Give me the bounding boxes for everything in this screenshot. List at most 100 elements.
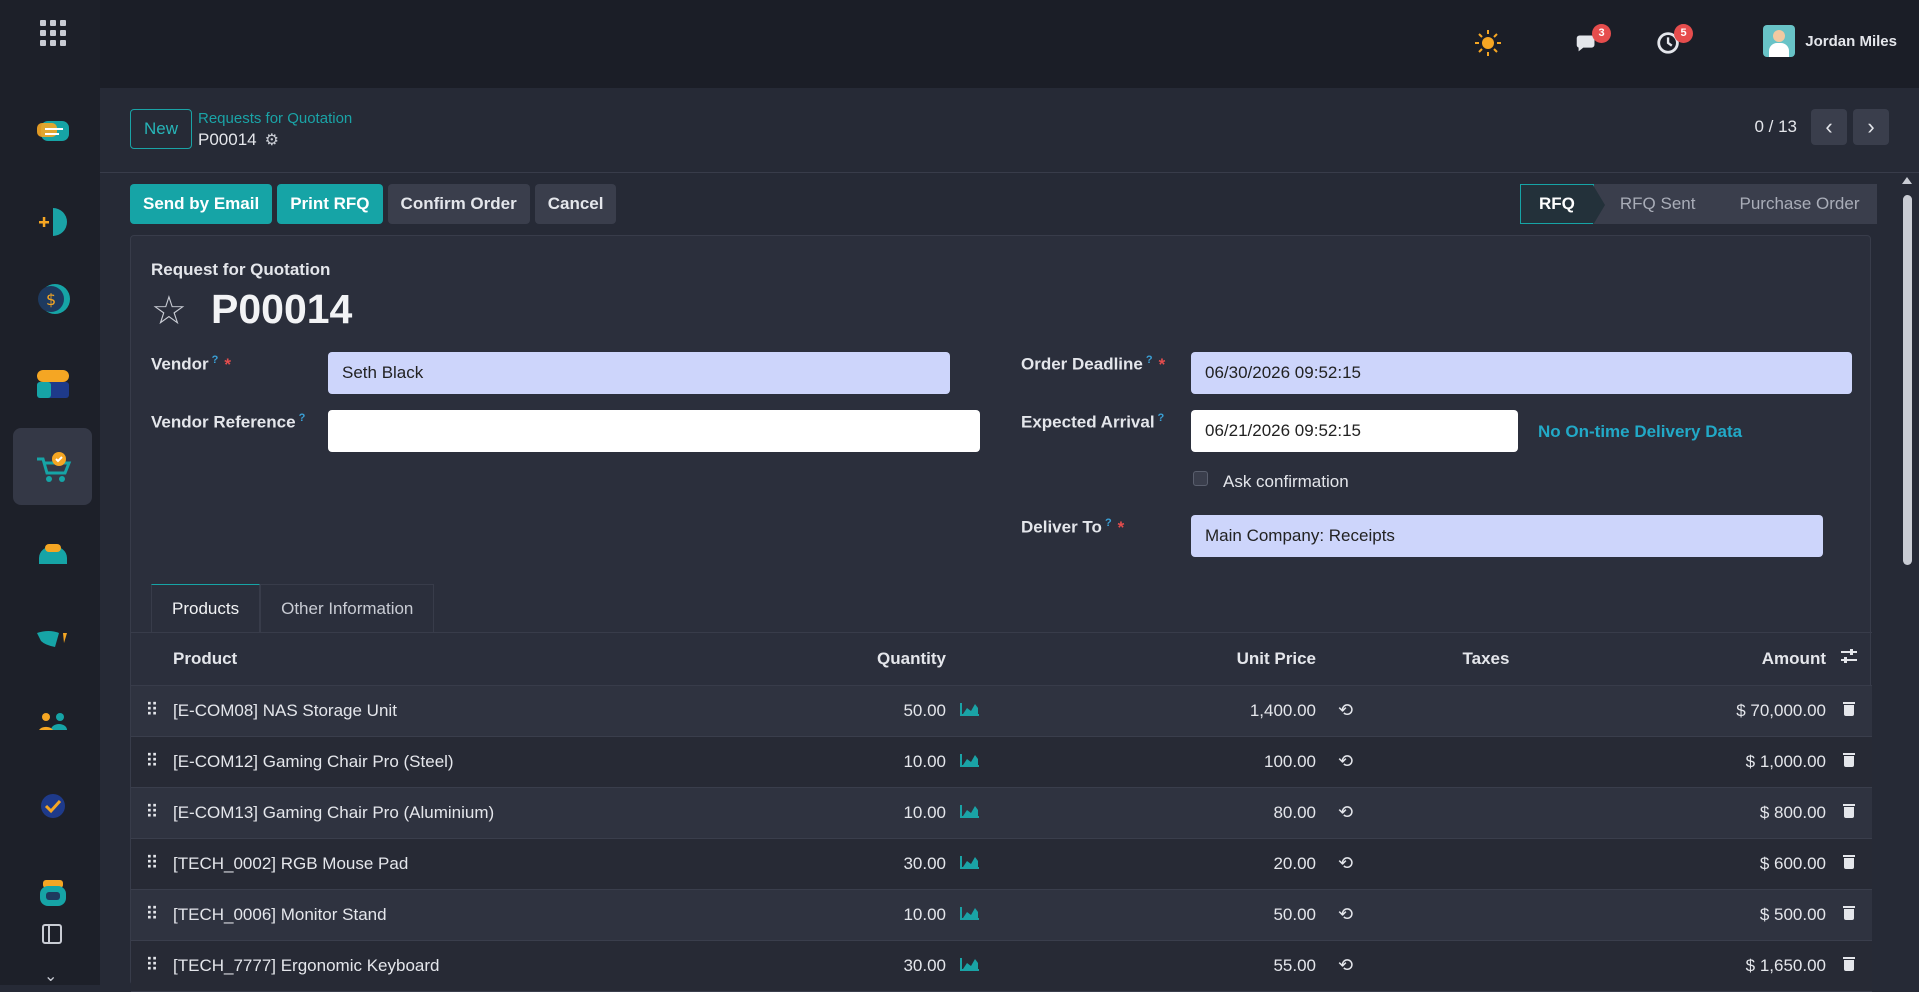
stage-rfq-sent[interactable]: RFQ Sent bbox=[1593, 184, 1726, 224]
stage-rfq[interactable]: RFQ bbox=[1520, 184, 1605, 225]
column-amount[interactable]: Amount bbox=[1596, 633, 1826, 686]
drag-handle-icon[interactable]: ⠿ bbox=[131, 685, 173, 737]
pager-value[interactable]: 0 / 13 bbox=[1754, 117, 1797, 137]
employees-app-icon[interactable] bbox=[13, 683, 92, 760]
taxes-cell[interactable] bbox=[1376, 736, 1596, 788]
area-chart-icon[interactable] bbox=[946, 838, 1006, 890]
drag-handle-icon[interactable]: ⠿ bbox=[131, 889, 173, 941]
unit-price-cell[interactable]: 55.00 bbox=[1006, 940, 1316, 992]
scroll-up-arrow[interactable] bbox=[1902, 177, 1912, 184]
confirm-order-button[interactable]: Confirm Order bbox=[387, 184, 530, 224]
sidebar-toggle-icon[interactable] bbox=[42, 924, 62, 944]
column-quantity[interactable]: Quantity bbox=[786, 633, 946, 686]
scrollbar-thumb[interactable] bbox=[1903, 195, 1912, 565]
print-rfq-button[interactable]: Print RFQ bbox=[277, 184, 383, 224]
product-cell[interactable]: [TECH_7777] Ergonomic Keyboard bbox=[173, 940, 786, 992]
unit-price-cell[interactable]: 80.00 bbox=[1006, 787, 1316, 839]
pager-next-button[interactable]: › bbox=[1853, 109, 1889, 145]
quantity-cell[interactable]: 10.00 bbox=[786, 736, 946, 788]
taxes-cell[interactable] bbox=[1376, 940, 1596, 992]
table-row[interactable]: ⠿ [E-COM12] Gaming Chair Pro (Steel) 10.00… bbox=[131, 736, 1872, 788]
tab-products[interactable]: Products bbox=[151, 584, 261, 632]
product-cell[interactable]: [E-COM13] Gaming Chair Pro (Aluminium) bbox=[173, 787, 786, 839]
user-menu[interactable]: Jordan Miles bbox=[1763, 25, 1897, 57]
trash-icon[interactable] bbox=[1826, 736, 1872, 788]
table-row[interactable]: ⠿ [TECH_7777] Ergonomic Keyboard 30.00 55.0… bbox=[131, 940, 1872, 992]
chat-icon[interactable]: 3 bbox=[1573, 24, 1611, 58]
table-row[interactable]: ⠿ [TECH_0002] RGB Mouse Pad 30.00 20.00 ⟲ $ 6… bbox=[131, 838, 1872, 890]
taxes-cell[interactable] bbox=[1376, 838, 1596, 890]
area-chart-icon[interactable] bbox=[946, 685, 1006, 737]
quantity-cell[interactable]: 30.00 bbox=[786, 940, 946, 992]
page-scrollbar[interactable] bbox=[1902, 175, 1913, 985]
trash-icon[interactable] bbox=[1826, 889, 1872, 941]
history-icon[interactable]: ⟲ bbox=[1316, 940, 1376, 992]
table-row[interactable]: ⠿ [TECH_0006] Monitor Stand 10.00 50.00 ⟲ $ 5… bbox=[131, 889, 1872, 941]
cancel-button[interactable]: Cancel bbox=[534, 184, 617, 224]
table-row[interactable]: ⠿ [E-COM08] NAS Storage Unit 50.00 1,400.00… bbox=[131, 685, 1872, 737]
accounting-app-icon[interactable]: $ bbox=[13, 260, 92, 337]
todo-app-icon[interactable] bbox=[13, 765, 92, 842]
quantity-cell[interactable]: 30.00 bbox=[786, 838, 946, 890]
column-product[interactable]: Product bbox=[173, 633, 786, 686]
drag-handle-icon[interactable]: ⠿ bbox=[131, 838, 173, 890]
pager-previous-button[interactable]: ‹ bbox=[1811, 109, 1847, 145]
order-deadline-field[interactable]: 06/30/2026 09:52:15 bbox=[1191, 352, 1852, 394]
drag-handle-icon[interactable]: ⠿ bbox=[131, 787, 173, 839]
taxes-cell[interactable] bbox=[1376, 889, 1596, 941]
stage-purchase-order[interactable]: Purchase Order bbox=[1713, 184, 1878, 224]
sun-icon[interactable] bbox=[1473, 28, 1503, 58]
tab-other-information[interactable]: Other Information bbox=[260, 584, 435, 632]
project-app-icon[interactable] bbox=[13, 600, 92, 677]
product-cell[interactable]: [E-COM08] NAS Storage Unit bbox=[173, 685, 786, 737]
contacts-app-icon[interactable] bbox=[13, 183, 92, 260]
chevron-down-icon[interactable]: ⌄ bbox=[44, 966, 57, 986]
trash-icon[interactable] bbox=[1826, 787, 1872, 839]
drag-handle-icon[interactable]: ⠿ bbox=[131, 940, 173, 992]
trash-icon[interactable] bbox=[1826, 838, 1872, 890]
column-taxes[interactable]: Taxes bbox=[1376, 633, 1596, 686]
ask-confirmation-checkbox[interactable] bbox=[1193, 471, 1208, 486]
star-icon[interactable]: ☆ bbox=[151, 288, 187, 334]
new-button[interactable]: New bbox=[130, 109, 192, 149]
history-icon[interactable]: ⟲ bbox=[1316, 838, 1376, 890]
support-app-icon[interactable] bbox=[13, 853, 92, 930]
breadcrumb[interactable]: Requests for Quotation bbox=[198, 110, 352, 127]
clock-icon[interactable]: 5 bbox=[1655, 24, 1693, 58]
quantity-cell[interactable]: 50.00 bbox=[786, 685, 946, 737]
purchase-app-icon[interactable] bbox=[13, 428, 92, 505]
history-icon[interactable]: ⟲ bbox=[1316, 787, 1376, 839]
vendor-field[interactable]: Seth Black bbox=[328, 352, 950, 394]
quantity-cell[interactable]: 10.00 bbox=[786, 787, 946, 839]
vendor-reference-field[interactable] bbox=[328, 410, 980, 452]
history-icon[interactable]: ⟲ bbox=[1316, 889, 1376, 941]
trash-icon[interactable] bbox=[1826, 685, 1872, 737]
discuss-app-icon[interactable] bbox=[13, 92, 92, 169]
column-unit-price[interactable]: Unit Price bbox=[1006, 633, 1316, 686]
deliver-to-field[interactable]: Main Company: Receipts bbox=[1191, 515, 1823, 557]
unit-price-cell[interactable]: 50.00 bbox=[1006, 889, 1316, 941]
optional-columns-icon[interactable] bbox=[1826, 633, 1872, 686]
send-by-email-button[interactable]: Send by Email bbox=[130, 184, 273, 224]
area-chart-icon[interactable] bbox=[946, 889, 1006, 941]
helpdesk-app-icon[interactable] bbox=[13, 515, 92, 592]
area-chart-icon[interactable] bbox=[946, 787, 1006, 839]
sales-app-icon[interactable] bbox=[13, 345, 92, 422]
unit-price-cell[interactable]: 20.00 bbox=[1006, 838, 1316, 890]
product-cell[interactable]: [TECH_0006] Monitor Stand bbox=[173, 889, 786, 941]
quantity-cell[interactable]: 10.00 bbox=[786, 889, 946, 941]
history-icon[interactable]: ⟲ bbox=[1316, 736, 1376, 788]
unit-price-cell[interactable]: 100.00 bbox=[1006, 736, 1316, 788]
product-cell[interactable]: [TECH_0002] RGB Mouse Pad bbox=[173, 838, 786, 890]
product-cell[interactable]: [E-COM12] Gaming Chair Pro (Steel) bbox=[173, 736, 786, 788]
history-icon[interactable]: ⟲ bbox=[1316, 685, 1376, 737]
expected-arrival-field[interactable]: 06/21/2026 09:52:15 bbox=[1191, 410, 1518, 452]
trash-icon[interactable] bbox=[1826, 940, 1872, 992]
area-chart-icon[interactable] bbox=[946, 736, 1006, 788]
area-chart-icon[interactable] bbox=[946, 940, 1006, 992]
apps-grid-icon[interactable] bbox=[40, 20, 66, 46]
table-row[interactable]: ⠿ [E-COM13] Gaming Chair Pro (Aluminium) 1… bbox=[131, 787, 1872, 839]
drag-handle-icon[interactable]: ⠿ bbox=[131, 736, 173, 788]
unit-price-cell[interactable]: 1,400.00 bbox=[1006, 685, 1316, 737]
on-time-delivery-link[interactable]: No On-time Delivery Data bbox=[1538, 422, 1742, 442]
